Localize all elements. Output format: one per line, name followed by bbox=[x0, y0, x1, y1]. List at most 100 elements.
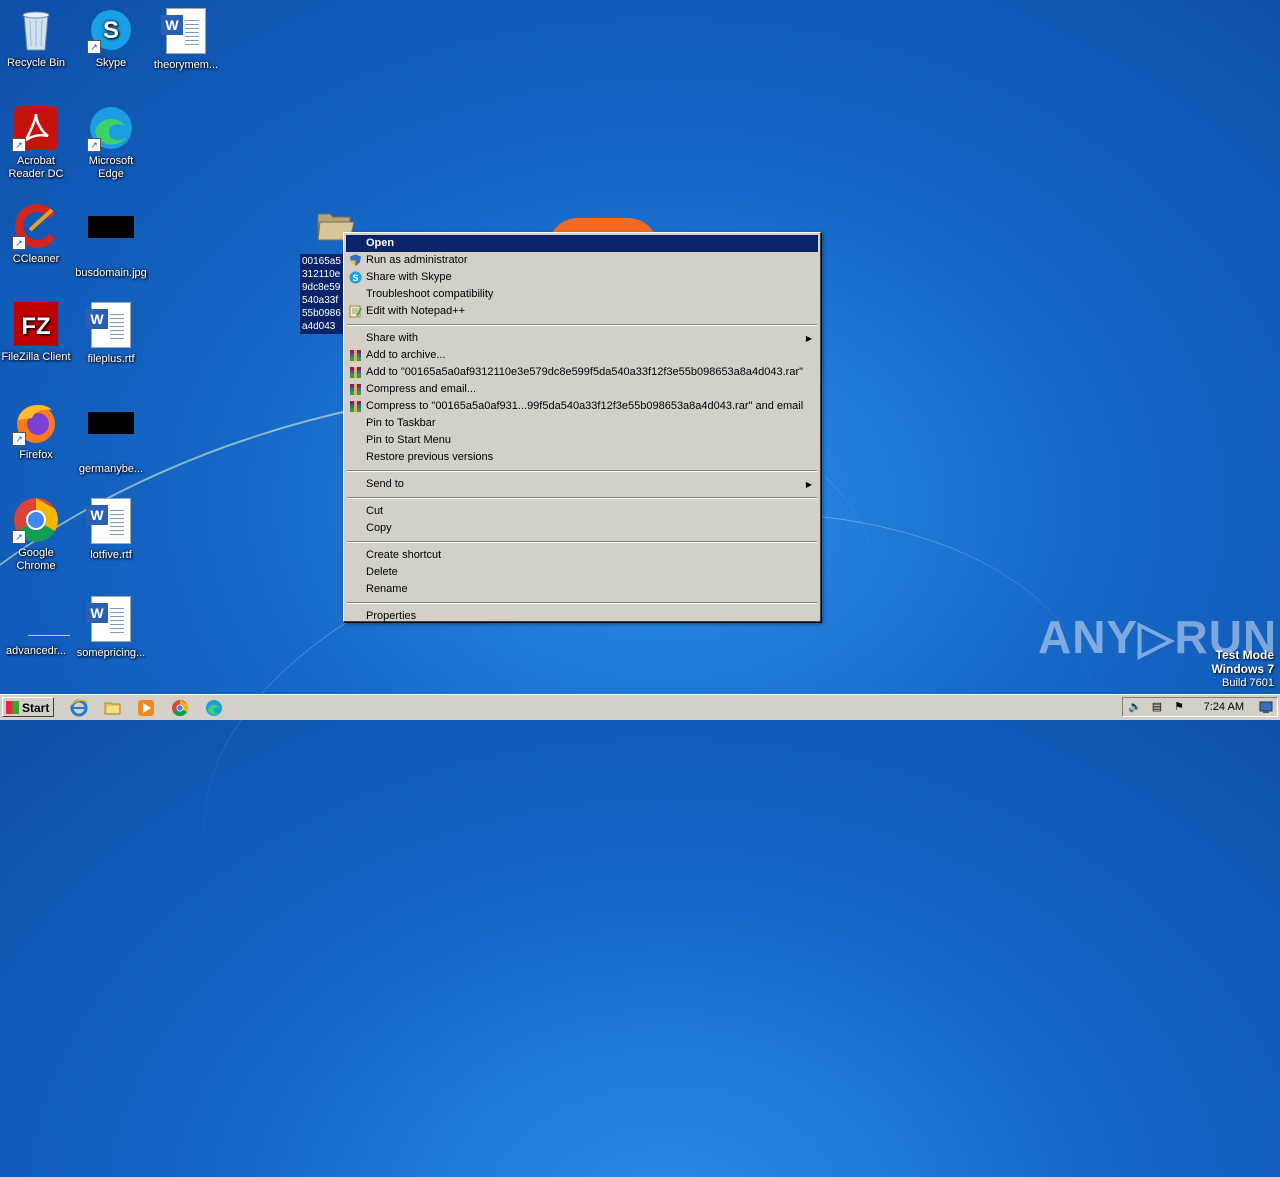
desktop-icon-label: Firefox bbox=[19, 449, 53, 461]
menu-item-pin-to-taskbar[interactable]: Pin to Taskbar bbox=[346, 415, 818, 432]
submenu-arrow-icon: ▶ bbox=[805, 480, 812, 489]
menu-item-share-with-skype[interactable]: S Share with Skype bbox=[346, 269, 818, 286]
menu-item-label: Restore previous versions bbox=[366, 451, 494, 463]
volume-icon[interactable]: 🔈 bbox=[1128, 701, 1142, 714]
desktop-icon-advancedr[interactable]: advancedr... bbox=[0, 594, 72, 658]
windows-flag-icon bbox=[6, 701, 19, 714]
desktop-icon-label: somepricing... bbox=[76, 647, 146, 659]
desktop-icon-label: CCleaner bbox=[12, 253, 60, 265]
context-menu: Open Run as administrator S Share with S… bbox=[343, 232, 821, 622]
desktop-icon-somepricing[interactable]: W somepricing... bbox=[75, 594, 147, 660]
menu-item-rename[interactable]: Rename bbox=[346, 581, 818, 598]
desktop-icon-germanybe[interactable]: germanybe... bbox=[75, 398, 147, 476]
shortcut-arrow-icon: ↗ bbox=[12, 138, 26, 152]
edge-icon[interactable] bbox=[205, 699, 223, 717]
winrar-icon bbox=[349, 366, 362, 379]
media-player-icon[interactable] bbox=[137, 699, 155, 717]
menu-item-add-to-rar[interactable]: Add to "00165a5a0af9312110e3e579dc8e599f… bbox=[346, 364, 818, 381]
chrome-icon: ↗ bbox=[12, 496, 60, 544]
skype-icon: S bbox=[349, 271, 362, 284]
desktop-icon-label: FileZilla Client bbox=[1, 351, 71, 363]
internet-explorer-icon[interactable] bbox=[70, 699, 88, 717]
folder-label-line: 312110e bbox=[302, 269, 341, 280]
chrome-icon[interactable] bbox=[171, 699, 189, 717]
menu-separator bbox=[347, 470, 817, 472]
system-tray: 🔈 ▤ ⚑ 7:24 AM bbox=[1122, 697, 1278, 717]
menu-item-restore-previous-versions[interactable]: Restore previous versions bbox=[346, 449, 818, 466]
desktop-icon-busdomain[interactable]: busdomain.jpg bbox=[75, 202, 147, 280]
filezilla-icon: FZ bbox=[12, 300, 60, 348]
menu-item-label: Rename bbox=[366, 583, 408, 595]
desktop-icon-label: Microsoft Edge bbox=[88, 155, 134, 180]
menu-item-compress-to-rar-and-email[interactable]: Compress to "00165a5a0af931...99f5da540a… bbox=[346, 398, 818, 415]
folder-label-line: 540a33f bbox=[302, 295, 339, 306]
selected-folder-label[interactable]: 00165a5 312110e 9dc8e59 540a33f 55b0986 … bbox=[300, 254, 348, 334]
menu-item-label: Copy bbox=[366, 522, 392, 534]
svg-text:S: S bbox=[352, 273, 358, 283]
word-document-icon: W bbox=[161, 8, 210, 56]
menu-item-send-to[interactable]: Send to ▶ bbox=[346, 476, 818, 493]
menu-item-label: Pin to Start Menu bbox=[366, 434, 451, 446]
desktop-icon-ccleaner[interactable]: ↗ CCleaner bbox=[0, 202, 72, 266]
folder-label-line: 9dc8e59 bbox=[302, 282, 341, 293]
desktop-icon-filezilla[interactable]: FZ FileZilla Client bbox=[0, 300, 72, 364]
folder-label-line: a4d043 bbox=[302, 321, 336, 332]
notepadpp-icon bbox=[349, 305, 362, 318]
desktop-icon-theorymem[interactable]: W theorymem... bbox=[150, 6, 222, 72]
menu-item-label: Add to "00165a5a0af9312110e3e579dc8e599f… bbox=[366, 366, 804, 378]
menu-item-share-with[interactable]: Share with ▶ bbox=[346, 330, 818, 347]
start-button[interactable]: Start bbox=[2, 697, 54, 717]
clock[interactable]: 7:24 AM bbox=[1204, 701, 1244, 713]
menu-item-label: Share with Skype bbox=[366, 271, 452, 283]
menu-item-copy[interactable]: Copy bbox=[346, 520, 818, 537]
shortcut-arrow-icon: ↗ bbox=[12, 236, 26, 250]
menu-item-label: Delete bbox=[366, 566, 398, 578]
desktop-icon-acrobat[interactable]: ↗ Acrobat Reader DC bbox=[0, 104, 72, 181]
menu-item-label: Compress to "00165a5a0af931...99f5da540a… bbox=[366, 400, 804, 412]
desktop-icon-fileplus[interactable]: W fileplus.rtf bbox=[75, 300, 147, 366]
desktop-icon-label: theorymem... bbox=[153, 59, 219, 71]
explorer-folder-icon[interactable] bbox=[104, 699, 122, 717]
winrar-icon bbox=[349, 349, 362, 362]
desktop-icon-label: fileplus.rtf bbox=[87, 353, 135, 365]
desktop-icon-label: lotfive.rtf bbox=[90, 549, 132, 561]
menu-separator bbox=[347, 541, 817, 543]
network-icon[interactable]: ▤ bbox=[1150, 701, 1164, 714]
show-desktop-icon[interactable] bbox=[1259, 701, 1273, 714]
shortcut-arrow-icon: ↗ bbox=[87, 138, 101, 152]
menu-item-compress-and-email[interactable]: Compress and email... bbox=[346, 381, 818, 398]
desktop-icon-lotfive[interactable]: W lotfive.rtf bbox=[75, 496, 147, 562]
menu-item-open[interactable]: Open bbox=[346, 235, 818, 252]
start-label: Start bbox=[22, 701, 50, 715]
menu-item-edit-with-notepadpp[interactable]: Edit with Notepad++ bbox=[346, 303, 818, 320]
menu-item-label: Edit with Notepad++ bbox=[366, 305, 466, 317]
menu-item-label: Send to bbox=[366, 478, 404, 490]
menu-item-create-shortcut[interactable]: Create shortcut bbox=[346, 547, 818, 564]
winrar-icon bbox=[349, 383, 362, 396]
action-center-flag-icon[interactable]: ⚑ bbox=[1172, 701, 1186, 714]
skype-icon: S ↗ bbox=[87, 6, 135, 54]
word-document-icon: W bbox=[86, 302, 135, 350]
menu-item-label: Run as administrator bbox=[366, 254, 468, 266]
winrar-icon bbox=[349, 400, 362, 413]
desktop-icon-label: Skype bbox=[95, 57, 127, 69]
menu-item-add-to-archive[interactable]: Add to archive... bbox=[346, 347, 818, 364]
recycle-bin-icon bbox=[12, 6, 60, 54]
desktop-icon-skype[interactable]: S ↗ Skype bbox=[75, 6, 147, 70]
desktop-icon-edge[interactable]: ↗ Microsoft Edge bbox=[75, 104, 147, 181]
desktop-icon-recycle-bin[interactable]: Recycle Bin bbox=[0, 6, 72, 70]
menu-item-label: Properties bbox=[366, 610, 417, 622]
menu-item-cut[interactable]: Cut bbox=[346, 503, 818, 520]
menu-item-pin-to-start-menu[interactable]: Pin to Start Menu bbox=[346, 432, 818, 449]
menu-item-troubleshoot-compatibility[interactable]: Troubleshoot compatibility bbox=[346, 286, 818, 303]
menu-item-label: Troubleshoot compatibility bbox=[366, 288, 494, 300]
menu-item-properties[interactable]: Properties bbox=[346, 608, 818, 625]
menu-item-label: Pin to Taskbar bbox=[366, 417, 436, 429]
menu-item-run-as-administrator[interactable]: Run as administrator bbox=[346, 252, 818, 269]
menu-item-label: Share with bbox=[366, 332, 418, 344]
desktop-icon-firefox[interactable]: ↗ Firefox bbox=[0, 398, 72, 462]
os-label: Windows 7 bbox=[1211, 662, 1274, 676]
menu-item-delete[interactable]: Delete bbox=[346, 564, 818, 581]
shortcut-arrow-icon: ↗ bbox=[12, 530, 26, 544]
desktop-icon-chrome[interactable]: ↗ Google Chrome bbox=[0, 496, 72, 573]
